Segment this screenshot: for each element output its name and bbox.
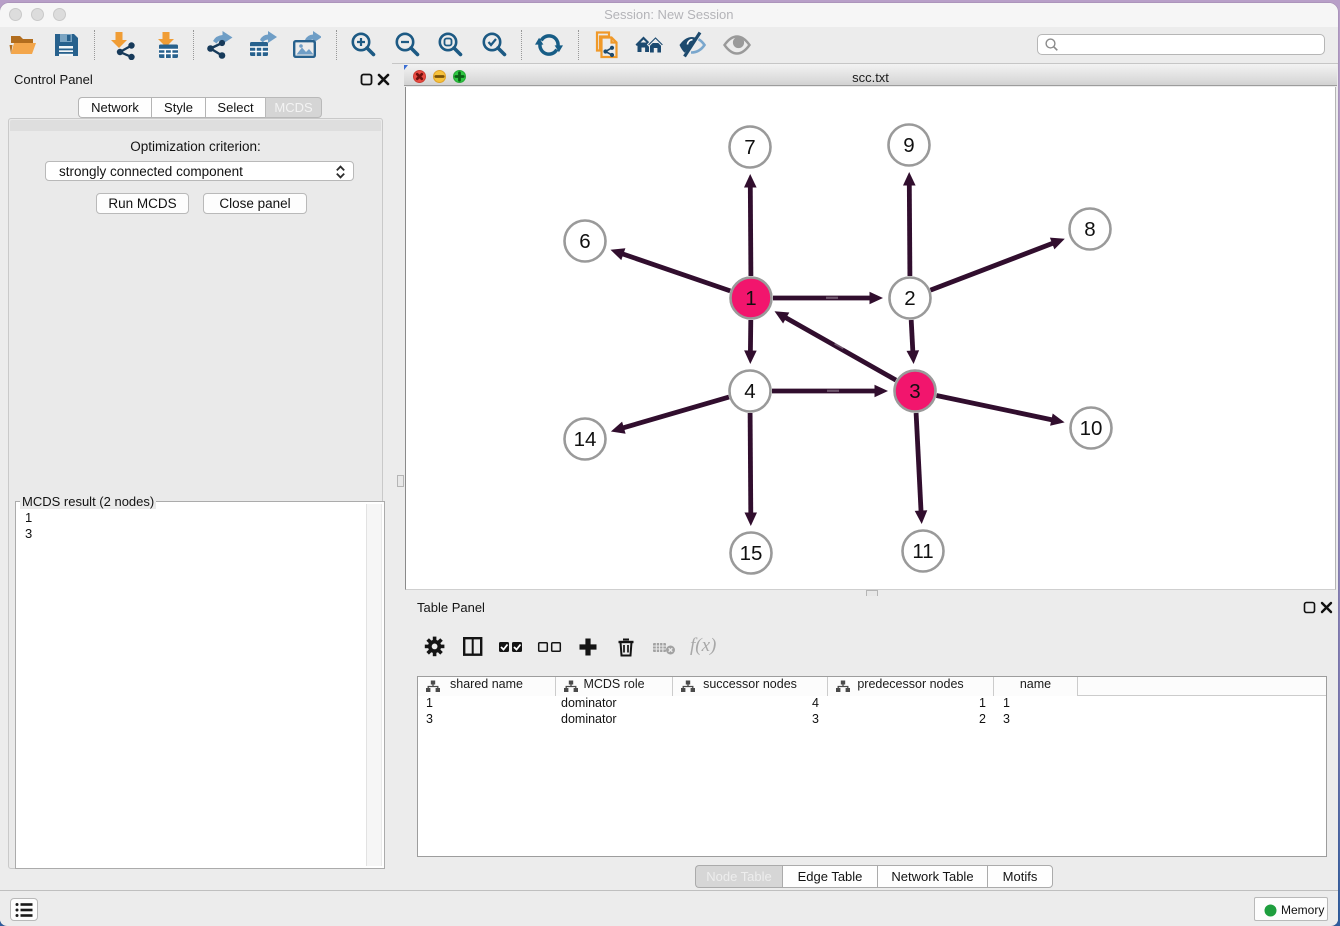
svg-text:14: 14	[573, 428, 596, 451]
svg-text:15: 15	[739, 542, 762, 565]
svg-text:1: 1	[745, 287, 756, 310]
svg-text:11: 11	[912, 540, 933, 563]
svg-text:10: 10	[1079, 417, 1102, 440]
svg-text:8: 8	[1084, 218, 1095, 241]
svg-text:6: 6	[579, 230, 590, 253]
svg-text:3: 3	[909, 380, 920, 403]
svg-text:4: 4	[744, 380, 755, 403]
svg-text:2: 2	[904, 287, 915, 310]
svg-text:7: 7	[744, 136, 755, 159]
svg-text:9: 9	[903, 134, 914, 157]
